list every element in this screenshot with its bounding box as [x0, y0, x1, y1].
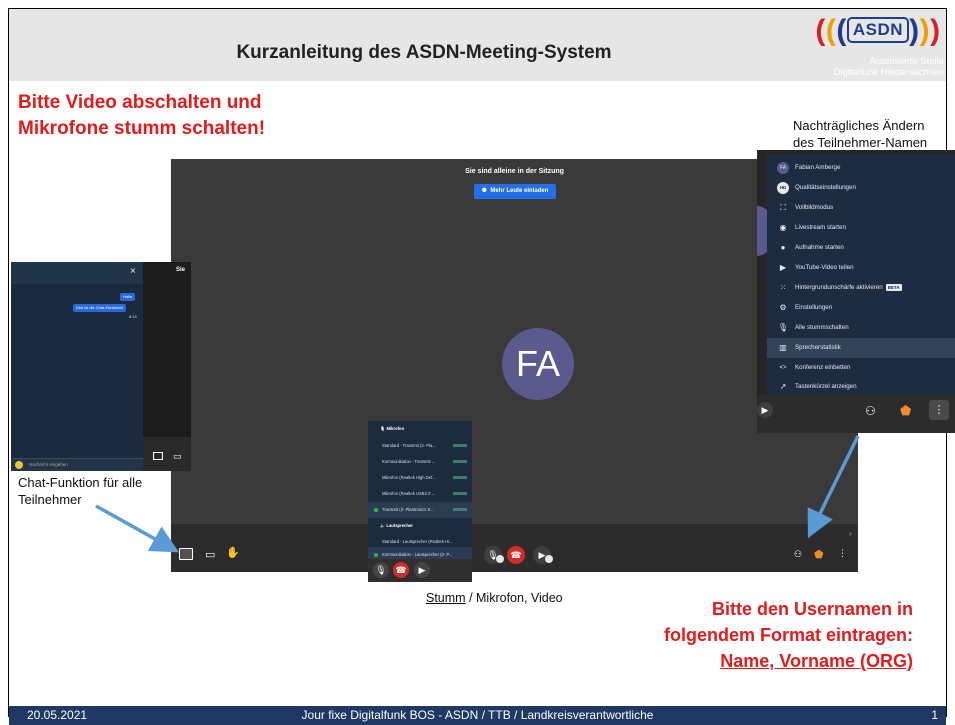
mic-option[interactable]: Standard - Transmit (2- Pla... [368, 438, 472, 454]
menu-item-profile[interactable]: FA Fabian Amberge [767, 158, 955, 178]
alone-message: Sie sind alleine in der Sitzung [465, 168, 564, 175]
chat-message: Des ist die Chat-Funktion!! [73, 304, 127, 312]
chat-overlay: × Hallo Des ist die Chat-Funktion!! 8:15… [11, 262, 191, 471]
menu-item-quality[interactable]: HD Qualitätseinstellungen [767, 178, 955, 198]
expand-chevron-icon[interactable]: › [849, 529, 852, 538]
audio-device-menu: 🎙 Mikrofon Standard - Transmit (2- Pla..… [368, 421, 472, 582]
hangup-icon[interactable]: ☎ [507, 546, 525, 564]
screen-share-icon[interactable]: ▭ [205, 548, 215, 561]
warning-username-format: Bitte den Usernamen in folgendem Format … [663, 599, 913, 671]
chat-input[interactable]: Nachricht eingeben [29, 462, 68, 467]
logo-wordmark: (((ASDN))) [815, 14, 941, 47]
security-shield-icon[interactable]: ⬟ [900, 403, 911, 419]
mic-option[interactable]: Kommunikation - Transmit ... [368, 454, 472, 470]
more-options-icon[interactable]: ⋮ [929, 400, 949, 420]
menu-item-shortcuts[interactable]: ↗ Tastenkürzel anzeigen [767, 378, 955, 395]
chat-side-text: Sie [176, 267, 186, 273]
logo-subtitle-2: Digitalfunk Niedersachsen [833, 67, 944, 78]
embed-icon: <> [779, 365, 787, 371]
speaker-section-header: 🔈 Lautsprecher [380, 523, 413, 528]
video-toggle-icon[interactable]: ▶ [757, 402, 773, 418]
caption-mute: Stumm / Mikrofon, Video [426, 591, 563, 605]
screen-share-icon[interactable]: ▭ [173, 451, 182, 462]
menu-item-fullscreen[interactable]: ⛶ Vollbildmodus [767, 198, 955, 218]
stats-icon: ▥ [779, 343, 787, 352]
menu-item-settings[interactable]: ⚙ Einstellungen [767, 298, 955, 318]
chat-button[interactable] [179, 548, 193, 560]
mic-menu-toolbar: 🎙 ☎ ▶ [368, 559, 472, 582]
mic-section-header: 🎙 Mikrofon [380, 426, 405, 431]
slide-header: Kurzanleitung des ASDN-Meeting-System [9, 9, 946, 81]
emoji-icon[interactable] [15, 461, 23, 469]
invite-person-icon[interactable]: ⚇ [794, 549, 802, 560]
warning-video-mic: Bitte Video abschalten und Mikrofone stu… [18, 92, 266, 139]
play-icon: ▶ [779, 263, 787, 272]
slide-footer: 20.05.2021 Jour fixe Digitalfunk BOS - A… [9, 706, 946, 725]
footer-title: Jour fixe Digitalfunk BOS - ASDN / TTB /… [301, 708, 654, 722]
invite-button[interactable]: ⚉ Mehr Leute einladen [474, 184, 556, 199]
avatar-icon: FA [777, 162, 789, 174]
external-link-icon: ↗ [779, 382, 787, 391]
menu-panel: FA Fabian Amberge HD Qualitätseinstellunge… [767, 154, 955, 395]
mic-chevron-icon[interactable] [496, 555, 504, 563]
menu-item-youtube[interactable]: ▶ YouTube-Video teilen [767, 258, 955, 278]
chat-button-icon[interactable] [153, 452, 163, 460]
fullscreen-icon: ⛶ [780, 203, 786, 212]
asdn-logo: (((ASDN))) Autorisierte Stelle Digitalfu… [808, 8, 948, 80]
close-icon[interactable]: × [130, 266, 136, 277]
chat-video-strip: Sie ▭ [143, 262, 191, 471]
mic-option-selected[interactable]: Transmit (2- Plantronics S... [368, 502, 472, 518]
more-options-menu: FA Fabian Amberge HD Qualitätseinstellunge… [757, 150, 955, 433]
menu-item-embed[interactable]: <> Konferenz einbetten [767, 358, 955, 378]
gear-icon: ⚙ [779, 303, 787, 312]
caption-chat-function: Chat-Funktion für alle Teilnehmer [18, 475, 143, 507]
page-number: 1 [931, 708, 938, 722]
menu-item-speaker-stats[interactable]: ▥ Sprecherstatistik [767, 338, 955, 358]
hd-icon: HD [777, 182, 789, 194]
video-toggle-icon[interactable]: ▶ [414, 562, 430, 578]
chat-panel: × Hallo Des ist die Chat-Funktion!! 8:15… [11, 262, 143, 471]
menu-item-livestream[interactable]: ◉ Livestream starten [767, 218, 955, 238]
caption-change-names: Nachträgliches Ändern des Teilnehmer-Nam… [793, 118, 928, 150]
livestream-icon: ◉ [779, 223, 787, 232]
raise-hand-icon[interactable]: ✋ [226, 546, 240, 559]
menu-item-blur[interactable]: ⁙ Hintergrundunschärfe aktivieren BETA [767, 278, 955, 298]
mic-off-icon: 🎙 [777, 323, 789, 332]
mic-option[interactable]: Mikrofon (Realtek USB2.0 ... [368, 486, 472, 502]
menu-item-recording[interactable]: ● Aufnahme starten [767, 238, 955, 258]
slide-title: Kurzanleitung des ASDN-Meeting-System [236, 42, 612, 63]
blur-icon: ⁙ [779, 283, 787, 292]
mic-option[interactable]: Mikrofon (Realtek High Def... [368, 470, 472, 486]
chat-timestamp: 8:15 [129, 314, 137, 319]
chat-header: × [11, 262, 143, 284]
more-options-icon[interactable]: ⋮ [838, 548, 847, 559]
menu-item-mute-all[interactable]: 🎙 Alle stummschalten [767, 318, 955, 338]
invite-person-icon[interactable]: ⚇ [865, 404, 876, 418]
beta-badge: BETA [885, 284, 902, 291]
record-icon: ● [780, 243, 786, 252]
menu-toolbar: ▶ ⚇ ⬟ ⋮ [757, 395, 955, 433]
chat-message: Hallo [120, 293, 136, 301]
chat-input-bar: Nachricht eingeben [11, 458, 143, 471]
video-chevron-icon[interactable] [545, 555, 553, 563]
security-shield-icon[interactable]: ⬟ [814, 548, 824, 561]
hangup-icon[interactable]: ☎ [393, 562, 409, 578]
participant-avatar: FA [502, 328, 574, 400]
mic-toggle-icon[interactable]: 🎙 [373, 562, 389, 578]
logo-subtitle-1: Autorisierte Stelle [869, 56, 944, 67]
meeting-screenshot: Sie sind alleine in der Sitzung ⚉ Mehr L… [171, 159, 858, 572]
